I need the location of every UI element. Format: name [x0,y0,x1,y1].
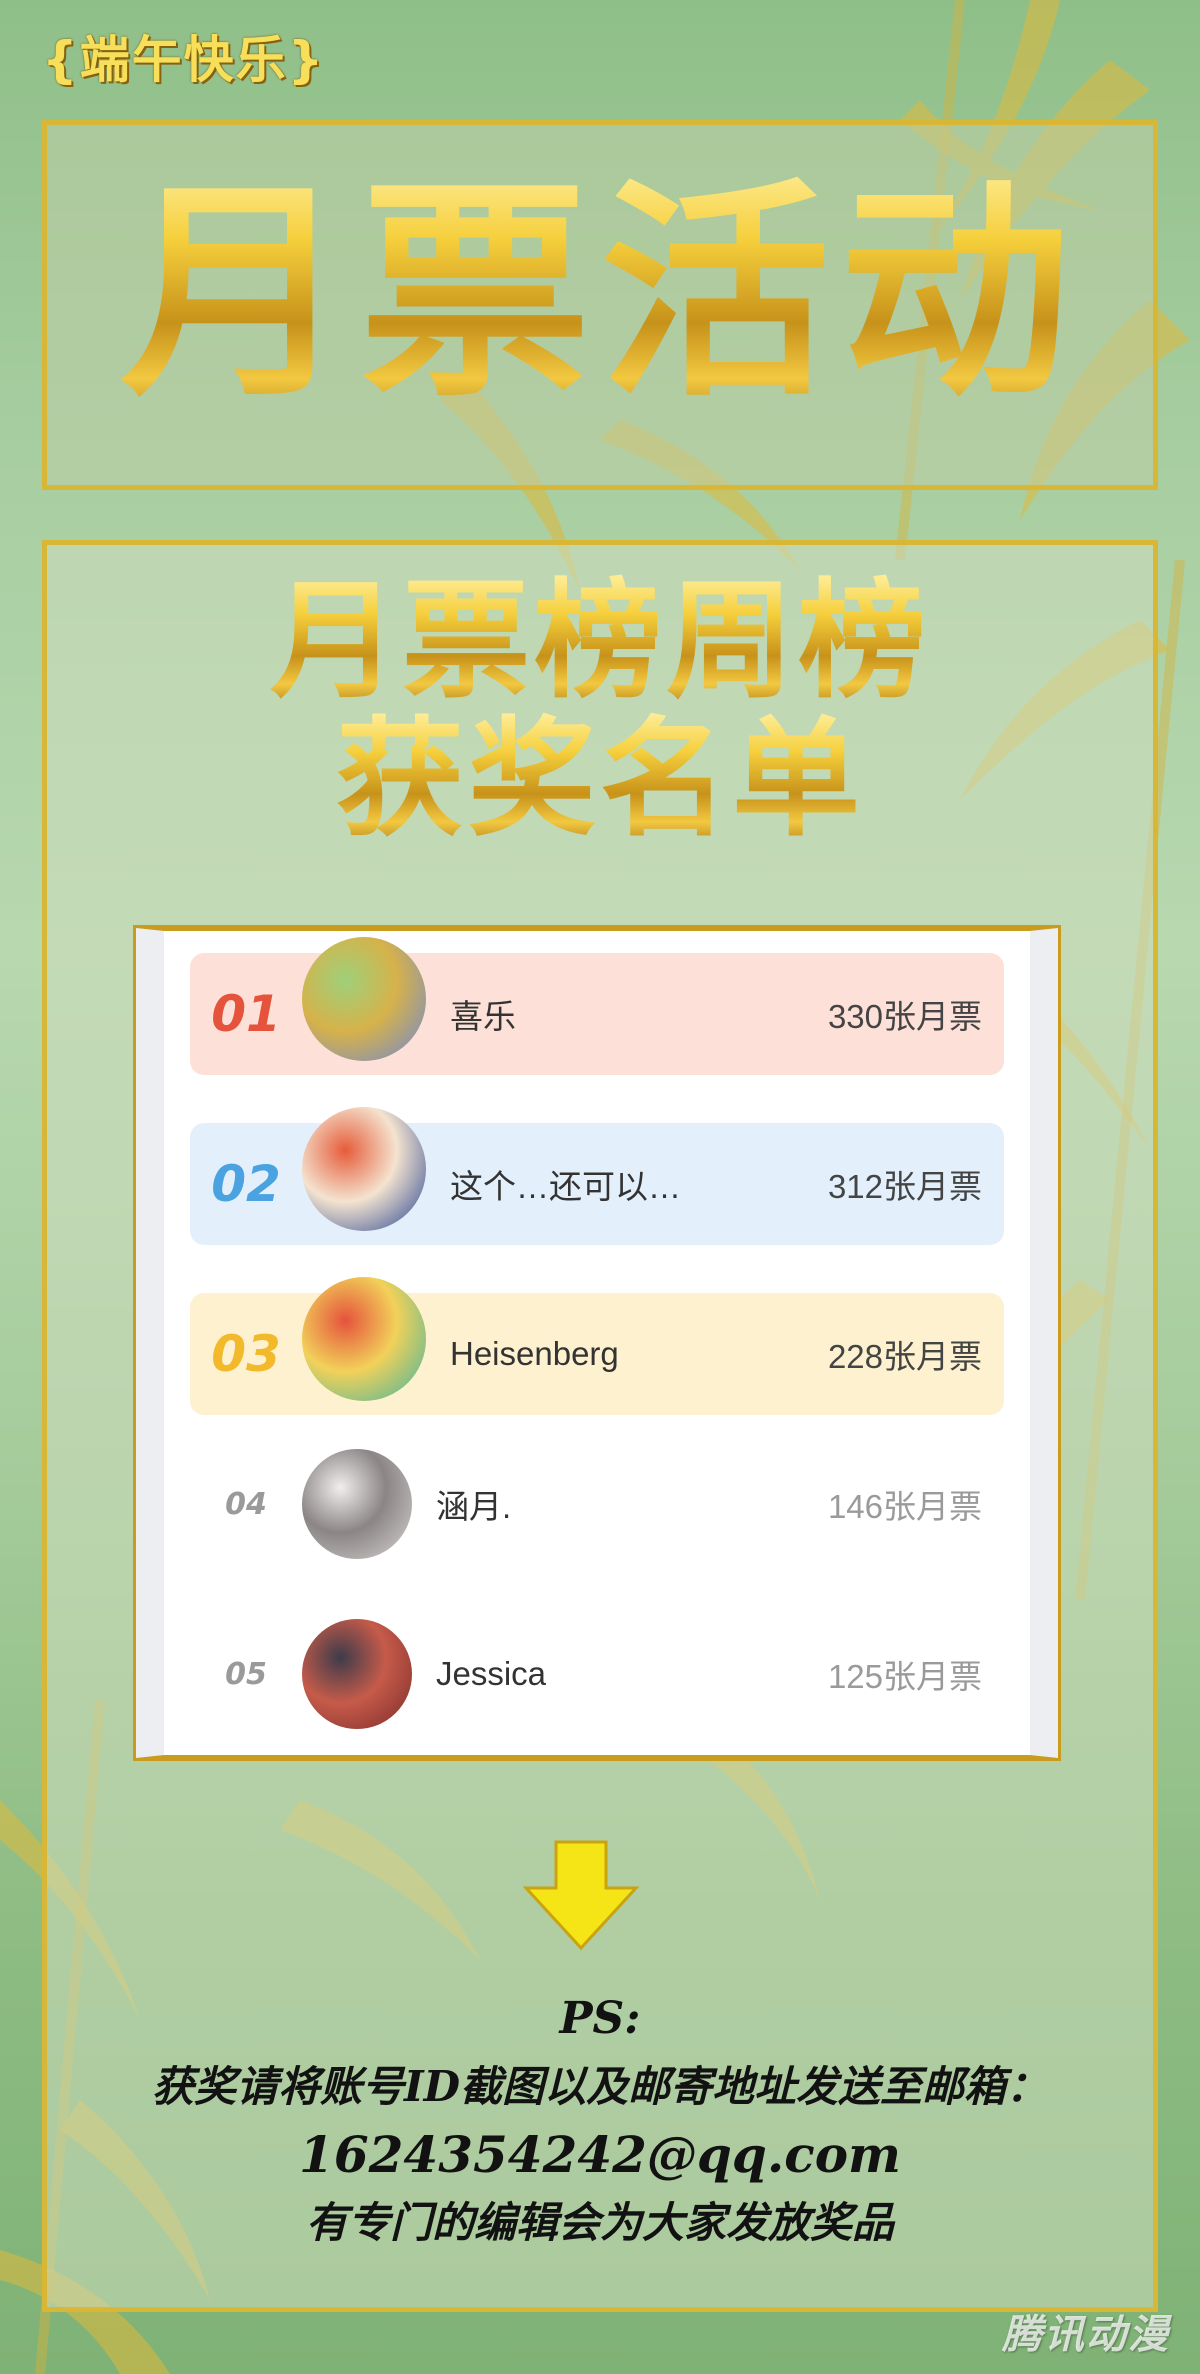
ps-email: 1624354242@qq.com [299,2125,901,2184]
ranking-row-03: 03 Heisenberg 228张月票 [190,1277,1004,1415]
user-name: Jessica [436,1655,547,1692]
user-avatar [302,1619,412,1729]
rank-number: 01 [211,985,281,1043]
title-frame: 月票活动 [42,120,1158,490]
ranking-row-04: 04 涵月. 146张月票 [190,1443,1004,1565]
vote-count: 330张月票 [827,998,982,1035]
user-avatar [302,1277,426,1401]
ps-prize-note: 有专门的编辑会为大家发放奖品 [305,2198,894,2247]
user-avatar [302,937,426,1061]
vote-count: 146张月票 [827,1488,982,1525]
page-title: 月票活动 [47,155,1153,435]
user-avatar [302,1107,426,1231]
arrow-down-icon [522,1840,640,1951]
vote-count: 312张月票 [827,1168,982,1205]
ps-label: PS: [559,1993,641,2044]
ranking-row-05: 05 Jessica 125张月票 [190,1613,1004,1735]
ranking-row-02: 02 这个…还可以… 312张月票 [190,1107,1004,1245]
subtitle-line-1: 月票榜周榜 [0,572,1200,712]
user-name: 这个…还可以… [450,1168,681,1205]
rank-number: 04 [225,1486,267,1522]
rank-number: 05 [225,1656,267,1692]
ranking-row-01: 01 喜乐 330张月票 [190,937,1004,1075]
ranking-card: 01 喜乐 330张月票 02 这个…还可以… 312张月票 03 Heisenberg 228… [133,925,1061,1761]
ps-notice: PS: 获奖请将账号ID截图以及邮寄地址发送至邮箱： 1624354242@qq… [44,1985,1156,2257]
user-name: Heisenberg [450,1335,619,1372]
rank-number: 03 [211,1325,281,1383]
user-name: 喜乐 [450,998,516,1035]
festival-tag: {端午快乐} [42,31,326,89]
vote-count: 228张月票 [827,1338,982,1375]
rank-number: 02 [211,1155,281,1213]
ps-instruction: 获奖请将账号ID截图以及邮寄地址发送至邮箱： [151,2062,1049,2111]
subtitle-line-2: 获奖名单 [0,710,1200,850]
platform-watermark: 腾讯动漫 [1002,2312,1170,2358]
user-avatar [302,1449,412,1559]
user-name: 涵月. [436,1488,512,1525]
vote-count: 125张月票 [827,1658,982,1695]
